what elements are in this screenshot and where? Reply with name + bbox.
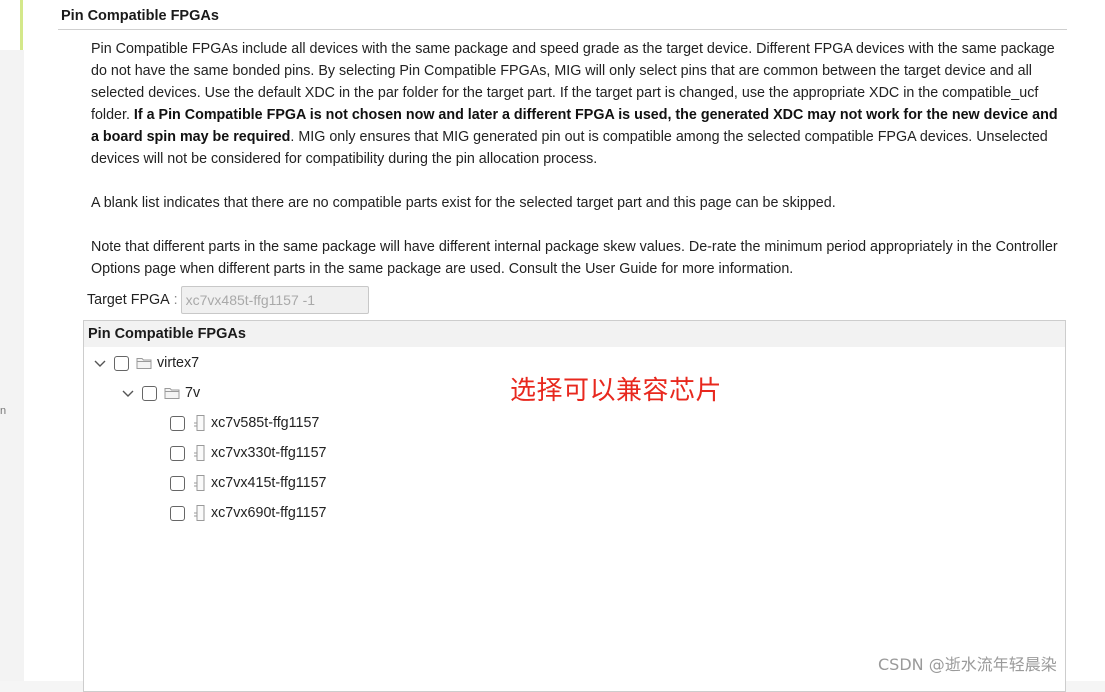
tree-node-label: 7v — [185, 385, 201, 401]
chip-icon — [192, 444, 208, 462]
target-fpga-field[interactable] — [180, 286, 369, 314]
tree-device-label: xc7vx415t-ffg1157 — [211, 475, 327, 491]
checkbox-device[interactable] — [170, 445, 185, 461]
tree-node-label: virtex7 — [157, 355, 200, 371]
chip-icon — [192, 474, 208, 492]
content-panel: Pin Compatible FPGAs Pin Compatible FPGA… — [24, 0, 1105, 692]
tree-device-item[interactable]: xc7v585t-ffg1157 — [170, 408, 319, 438]
tree-device-item[interactable]: xc7vx690t-ffg1157 — [170, 498, 327, 528]
chip-icon — [192, 504, 208, 522]
tree-node-7v[interactable]: 7v — [120, 378, 200, 408]
chevron-down-icon[interactable] — [120, 385, 136, 401]
chip-icon — [192, 414, 208, 432]
section-title: Pin Compatible FPGAs — [61, 8, 219, 24]
left-stub-text: n — [0, 405, 7, 417]
tree-device-item[interactable]: xc7vx415t-ffg1157 — [170, 468, 327, 498]
chevron-down-icon[interactable] — [92, 355, 108, 371]
watermark: CSDN @逝水流年轻晨染 — [878, 655, 1057, 674]
left-side-strip: n — [0, 0, 25, 681]
tree-device-label: xc7vx690t-ffg1157 — [211, 505, 327, 521]
left-accent-bar — [20, 0, 23, 50]
folder-icon — [136, 356, 152, 370]
description-paragraph-3: Note that different parts in the same pa… — [91, 239, 1058, 277]
red-annotation: 选择可以兼容芯片 — [510, 376, 723, 406]
checkbox-device[interactable] — [170, 505, 185, 521]
checkbox-virtex7[interactable] — [114, 355, 129, 371]
description-paragraph-1: Pin Compatible FPGAs include all devices… — [91, 38, 1061, 170]
tree-device-label: xc7vx330t-ffg1157 — [211, 445, 327, 461]
checkbox-device[interactable] — [170, 415, 185, 431]
tree-node-virtex7[interactable]: virtex7 — [92, 348, 199, 378]
tree-device-label: xc7v585t-ffg1157 — [211, 415, 320, 431]
checkbox-7v[interactable] — [142, 385, 157, 401]
section-divider — [58, 29, 1067, 30]
target-fpga-label: Target FPGA — [87, 292, 170, 308]
target-fpga-row: Target FPGA : — [87, 285, 369, 315]
folder-icon — [164, 386, 180, 400]
tree-device-item[interactable]: xc7vx330t-ffg1157 — [170, 438, 327, 468]
target-fpga-colon: : — [173, 292, 178, 308]
checkbox-device[interactable] — [170, 475, 185, 491]
tree-header: Pin Compatible FPGAs — [84, 321, 1065, 347]
description-paragraph-2: A blank list indicates that there are no… — [91, 195, 836, 211]
